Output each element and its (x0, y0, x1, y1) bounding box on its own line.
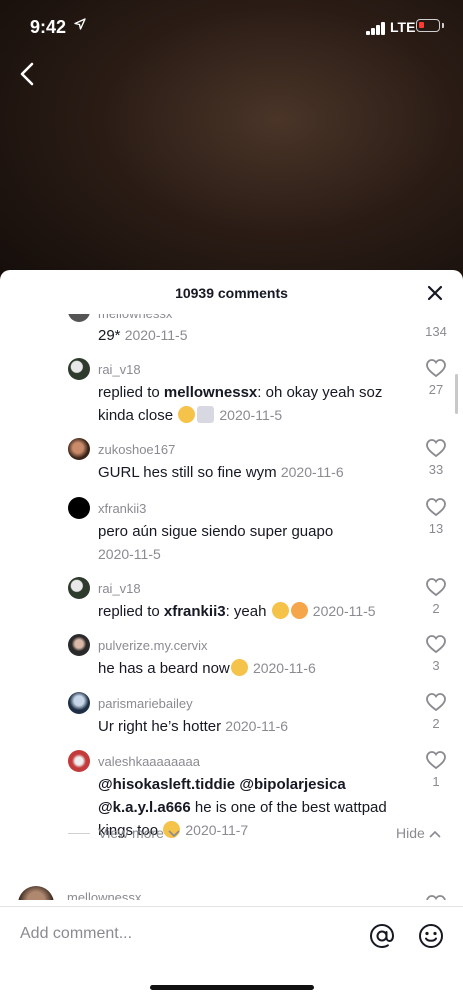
home-indicator (150, 985, 314, 990)
add-comment-input[interactable] (20, 925, 320, 943)
emoji-icon[interactable] (418, 923, 444, 949)
avatar[interactable] (18, 886, 54, 900)
like-count: 27 (428, 382, 444, 397)
signal-icon (366, 22, 386, 35)
avatar[interactable] (68, 438, 90, 460)
comment-input-bar (0, 906, 463, 1000)
comment-text: he has a beard now 2020-11-6 (98, 659, 316, 677)
comment-username[interactable]: mellownessx (67, 890, 141, 900)
comment-username[interactable]: parismariebailey (98, 696, 193, 711)
comment-text: GURL hes still so fine wym 2020-11-6 (98, 464, 344, 481)
battery-icon (416, 19, 440, 32)
comment-username[interactable]: valeshkaaaaaaaa (98, 754, 200, 769)
smile-emoji (271, 602, 289, 619)
divider-line (68, 833, 90, 834)
avatar[interactable] (68, 634, 90, 656)
battery-tip (442, 23, 444, 28)
location-arrow-icon (74, 18, 86, 30)
network-type: LTE (390, 19, 416, 35)
like-count: 1 (432, 774, 440, 789)
comment-username[interactable]: xfrankii3 (98, 501, 146, 516)
avatar[interactable] (68, 750, 90, 772)
like-count: 2 (432, 716, 440, 731)
heart-icon[interactable] (425, 634, 447, 654)
mention-at-icon[interactable] (369, 923, 395, 949)
chevron-up-icon (429, 830, 441, 838)
zany-face-emoji (230, 659, 248, 676)
comments-list[interactable]: mellownessx 29* 2020-11-5 134 rai_v18 re… (0, 314, 463, 900)
comment-username[interactable]: pulverize.my.cervix (98, 638, 208, 653)
avatar[interactable] (68, 497, 90, 519)
heart-icon[interactable] (425, 497, 447, 517)
like-count: 33 (428, 462, 444, 477)
comment-username[interactable]: zukoshoe167 (98, 442, 175, 457)
replies-controls: View more Hide (0, 822, 463, 846)
heart-icon[interactable] (425, 438, 447, 458)
like-count: 2 (432, 601, 440, 616)
like-count: 13 (428, 521, 444, 536)
status-time: 9:42 (30, 17, 67, 37)
comment-text: replied to mellownessx: oh okay yeah soz… (98, 384, 383, 424)
comment-username[interactable]: mellownessx (98, 314, 172, 321)
like-count: 134 (425, 324, 447, 339)
heart-icon[interactable] (425, 358, 447, 378)
avatar[interactable] (68, 358, 90, 380)
heart-icon[interactable] (425, 750, 447, 770)
comment-text: Ur right he’s hotter 2020-11-6 (98, 718, 289, 735)
view-more-button[interactable]: View more (98, 825, 180, 841)
hide-button[interactable]: Hide (396, 825, 441, 841)
back-chevron-icon[interactable] (14, 60, 42, 88)
shrug-emoji (197, 406, 215, 423)
avatar[interactable] (68, 314, 90, 322)
comment-text: pero aún sigue siendo super guapo 2020-11… (98, 523, 334, 562)
like-count: 3 (432, 658, 440, 673)
avatar[interactable] (68, 692, 90, 714)
comment-username[interactable]: rai_v18 (98, 581, 141, 596)
comment-text: 29* 2020-11-5 (98, 327, 188, 344)
comments-header: 10939 comments (0, 270, 463, 314)
comment-text: replied to xfrankii3: yeah 2020-11-5 (98, 602, 376, 620)
chevron-down-icon (168, 830, 180, 838)
status-bar: 9:42 LTE (0, 0, 463, 54)
heart-icon[interactable] (425, 577, 447, 597)
comments-sheet: 10939 comments mellownessx 29* 2020-11-5… (0, 270, 463, 1000)
avatar[interactable] (68, 577, 90, 599)
heart-icon[interactable] (425, 894, 447, 900)
sweat-smile-emoji (178, 406, 196, 423)
comment-username[interactable]: rai_v18 (98, 362, 141, 377)
close-icon[interactable] (424, 282, 446, 304)
heart-icon[interactable] (425, 692, 447, 712)
comments-count: 10939 comments (175, 285, 288, 301)
smiling-face-with-hearts-emoji (290, 602, 308, 619)
